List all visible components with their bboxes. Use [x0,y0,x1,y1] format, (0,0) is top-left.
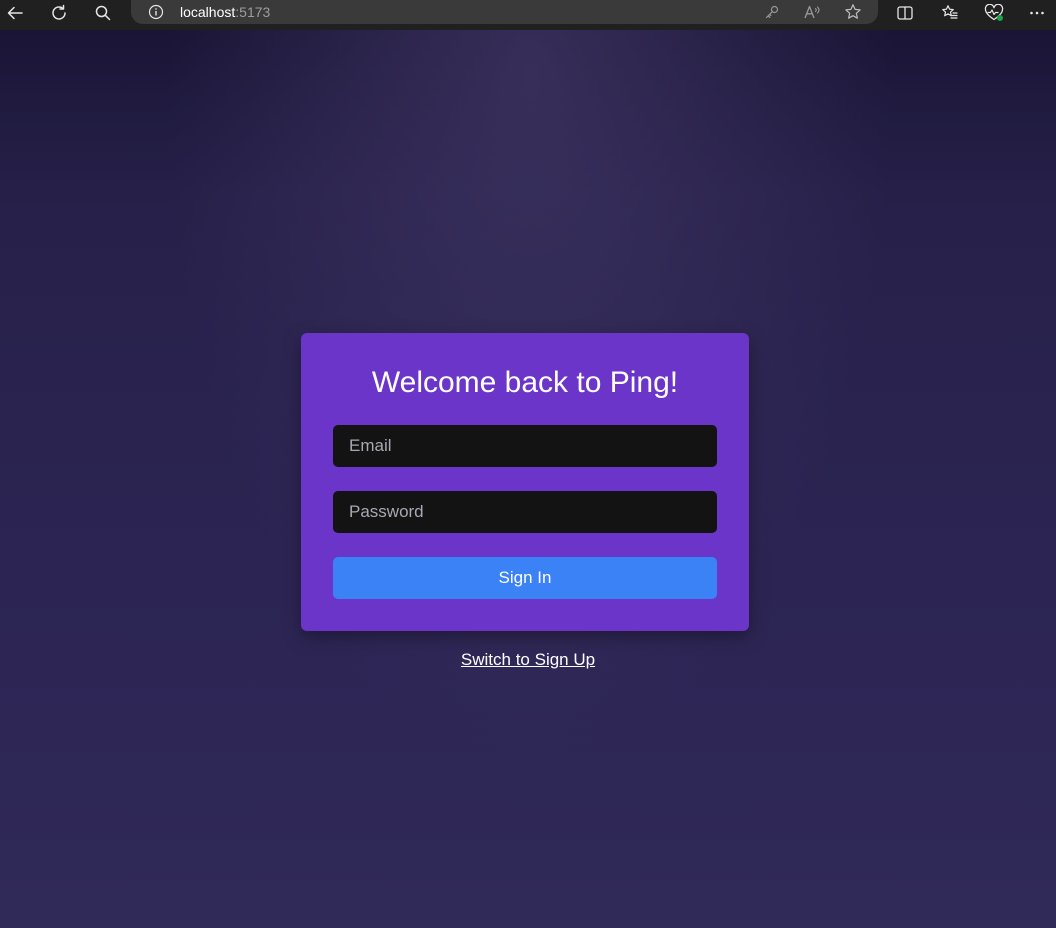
login-title: Welcome back to Ping! [371,366,679,399]
key-icon[interactable] [761,2,783,22]
switch-to-sign-up-link[interactable]: Switch to Sign Up [0,649,1056,671]
favorites-list-icon [941,4,959,22]
info-icon[interactable] [147,3,165,21]
email-input[interactable] [333,425,717,467]
search-icon [94,4,112,22]
search-button[interactable] [88,0,118,25]
url-port: :5173 [235,4,271,20]
star-icon[interactable] [842,2,864,22]
refresh-button[interactable] [44,0,74,25]
split-screen-button[interactable] [890,0,920,25]
browser-toolbar: localhost:5173 [0,0,1056,30]
heart-pulse-icon [984,3,1004,22]
page-background: Welcome back to Ping! Sign In Switch to … [0,30,1056,928]
address-bar[interactable]: localhost:5173 [131,0,878,24]
url-text[interactable]: localhost:5173 [180,3,270,21]
refresh-icon [50,4,68,22]
menu-button[interactable] [1022,0,1052,25]
sign-in-button[interactable]: Sign In [333,557,717,599]
more-icon [1028,4,1046,22]
back-button[interactable] [0,0,30,25]
login-card: Welcome back to Ping! Sign In [301,333,749,631]
url-host: localhost [180,4,236,20]
split-screen-icon [896,4,914,22]
back-arrow-icon [6,4,24,22]
browser-essentials-button[interactable] [979,0,1009,25]
favorites-button[interactable] [935,0,965,25]
password-input[interactable] [333,491,717,533]
read-aloud-icon[interactable] [801,2,823,22]
